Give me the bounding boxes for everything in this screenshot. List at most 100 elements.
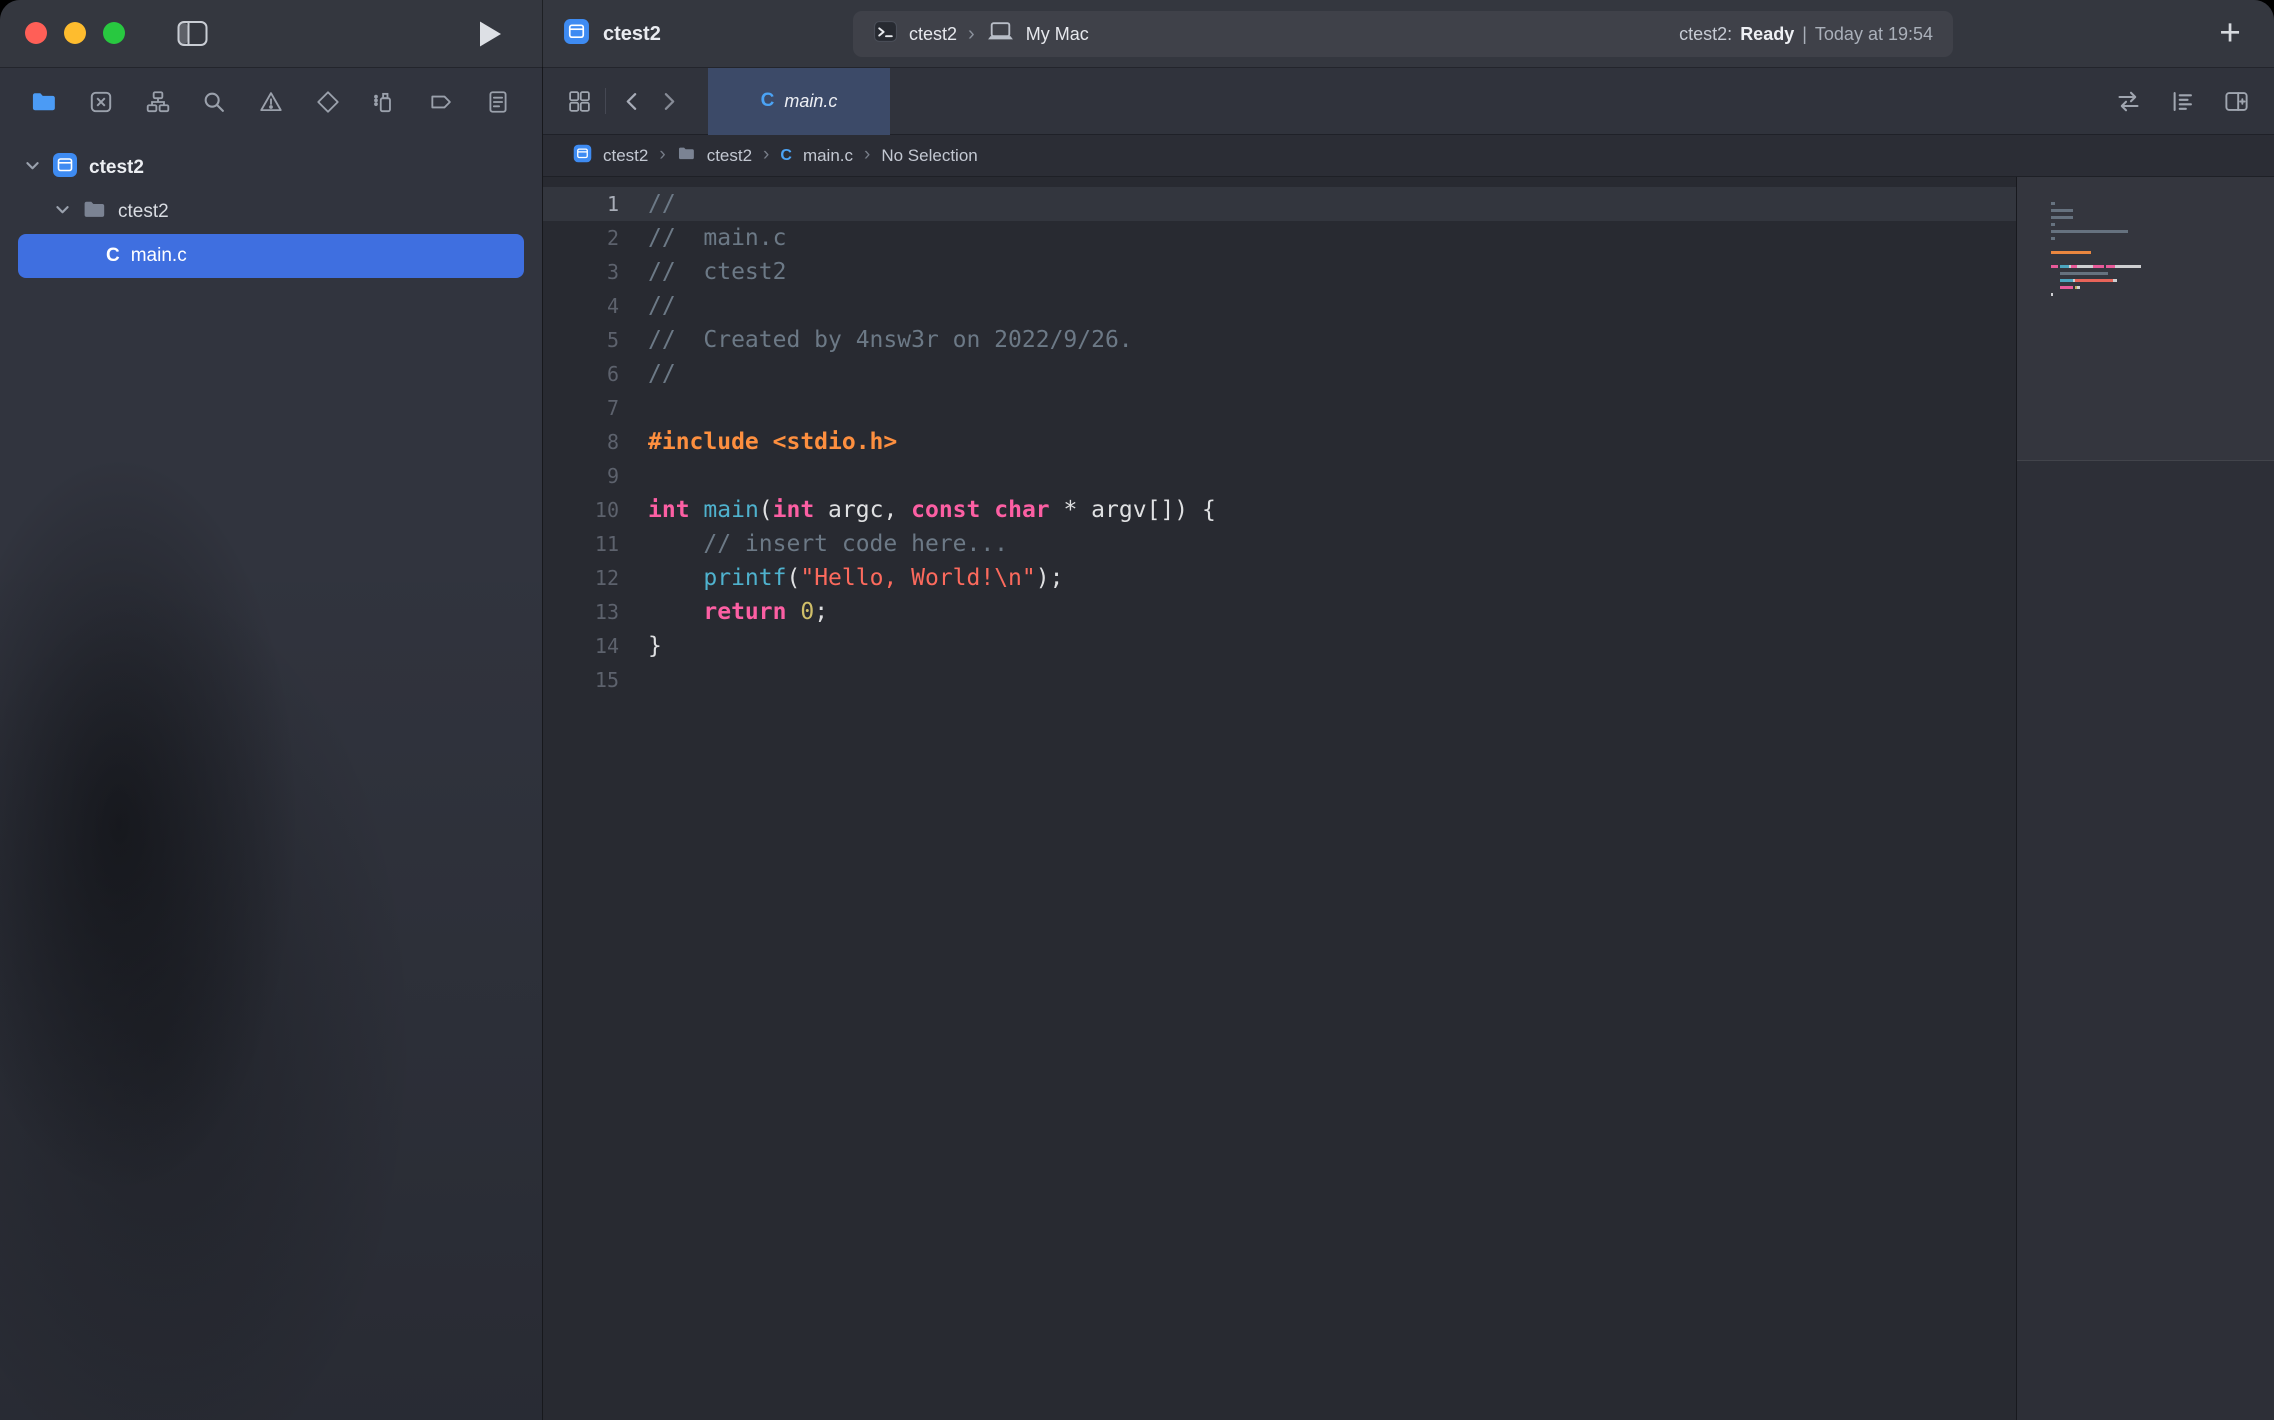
status-state: Ready [1740,24,1794,45]
line-text [619,663,648,697]
source-control-navigator-icon[interactable] [73,80,130,124]
sidebar-divider[interactable] [542,0,543,1420]
line-text: } [619,629,662,663]
status-separator: | [1802,24,1807,45]
project-navigator-icon[interactable] [16,80,73,124]
code-line[interactable]: 5// Created by 4nsw3r on 2022/9/26. [543,323,2016,357]
line-number: 1 [543,187,619,221]
breadcrumb-project[interactable]: ctest2 [603,146,648,166]
code-line[interactable]: 11 // insert code here... [543,527,2016,561]
forward-button[interactable] [650,81,686,121]
symbol-navigator-icon[interactable] [129,80,186,124]
code-line[interactable]: 3// ctest2 [543,255,2016,289]
scheme-destination-label[interactable]: My Mac [1026,24,1089,45]
minimap-column[interactable] [2016,177,2274,1420]
breakpoint-navigator-icon[interactable] [413,80,470,124]
disclosure-triangle-icon[interactable] [24,157,41,180]
folder-icon [677,144,696,168]
minimap-line [2051,293,2262,296]
minimap-line [2051,300,2262,303]
code-line[interactable]: 4// [543,289,2016,323]
line-number: 7 [543,391,619,425]
back-button[interactable] [614,81,650,121]
tree-item-project[interactable]: ctest2 [0,146,542,190]
line-text: return 0; [619,595,828,629]
toolbar-divider [605,88,606,114]
tree-item-label: ctest2 [89,157,144,179]
code-line[interactable]: 13 return 0; [543,595,2016,629]
minimap[interactable] [2051,202,2262,307]
tree-item-file-selected[interactable]: C main.c [18,234,524,278]
jump-bar: ctest2 › ctest2 › C main.c › No Selectio… [543,135,2274,177]
related-items-icon[interactable] [561,81,597,121]
tree-item-group[interactable]: ctest2 [0,190,542,234]
navigator-tabs [0,68,542,136]
line-number: 13 [543,595,619,629]
c-file-icon: C [780,147,792,165]
editor-controls [2110,81,2274,121]
code-line[interactable]: 14} [543,629,2016,663]
window-controls [25,22,125,44]
project-icon [52,152,78,184]
line-text: // ctest2 [619,255,786,289]
line-text: printf("Hello, World!\n"); [619,561,1063,595]
minimap-line [2051,258,2262,261]
issue-navigator-icon[interactable] [243,80,300,124]
scheme-selector[interactable]: ctest2 › My Mac [873,19,1089,49]
breadcrumb-group[interactable]: ctest2 [707,146,752,166]
find-navigator-icon[interactable] [186,80,243,124]
code-line[interactable]: 12 printf("Hello, World!\n"); [543,561,2016,595]
close-window-button[interactable] [25,22,47,44]
code-line[interactable]: 8#include <stdio.h> [543,425,2016,459]
code-line[interactable]: 6// [543,357,2016,391]
line-text: // main.c [619,221,786,255]
minimap-line [2051,216,2262,219]
toolbar-center: ctest2 › My Mac ctest2: Ready | Today at… [853,11,1953,57]
tab-main-c[interactable]: C main.c [708,68,890,135]
debug-navigator-icon[interactable] [356,80,413,124]
scheme-target-label[interactable]: ctest2 [909,24,957,45]
minimize-window-button[interactable] [64,22,86,44]
line-text: // [619,187,676,221]
report-navigator-icon[interactable] [469,80,526,124]
add-editor-icon[interactable] [2218,81,2254,121]
play-icon [477,19,503,49]
add-button[interactable]: + [2210,13,2250,53]
breadcrumb-file[interactable]: main.c [803,146,853,166]
navigator-sidebar: ctest2 ctest2 C main.c [0,68,542,1420]
code-line[interactable]: 9 [543,459,2016,493]
toggle-navigator-button[interactable] [177,20,208,50]
line-text [619,391,648,425]
line-text: #include <stdio.h> [619,425,897,459]
code-line[interactable]: 15 [543,663,2016,697]
code-line[interactable]: 1// [543,187,2016,221]
toolbar: ctest2 ctest2 › [0,0,2274,68]
minimap-line [2051,230,2262,233]
tree-item-label: ctest2 [118,201,169,223]
code-lines[interactable]: 1//2// main.c3// ctest24//5// Created by… [543,177,2016,1420]
tab-bar: C main.c [543,68,2274,135]
zoom-window-button[interactable] [103,22,125,44]
editor-options-icon[interactable] [2164,81,2200,121]
file-tree: ctest2 ctest2 C main.c [0,136,542,278]
tab-label: main.c [784,91,837,112]
plus-icon: + [2219,12,2241,53]
minimap-line [2051,286,2262,289]
minimap-line [2051,209,2262,212]
code-line[interactable]: 7 [543,391,2016,425]
run-button[interactable] [477,19,503,52]
code-line[interactable]: 2// main.c [543,221,2016,255]
chevron-separator-icon: › [763,144,769,166]
minimap-line [2051,202,2262,205]
code-review-icon[interactable] [2110,81,2146,121]
test-navigator-icon[interactable] [299,80,356,124]
breadcrumb-selection[interactable]: No Selection [881,146,977,166]
minimap-line [2051,251,2262,254]
line-number: 4 [543,289,619,323]
line-number: 10 [543,493,619,527]
status-project: ctest2: [1679,24,1732,45]
window-project-title: ctest2 [563,0,661,68]
minimap-line [2051,223,2262,226]
code-line[interactable]: 10int main(int argc, const char * argv[]… [543,493,2016,527]
disclosure-triangle-icon[interactable] [54,201,71,224]
